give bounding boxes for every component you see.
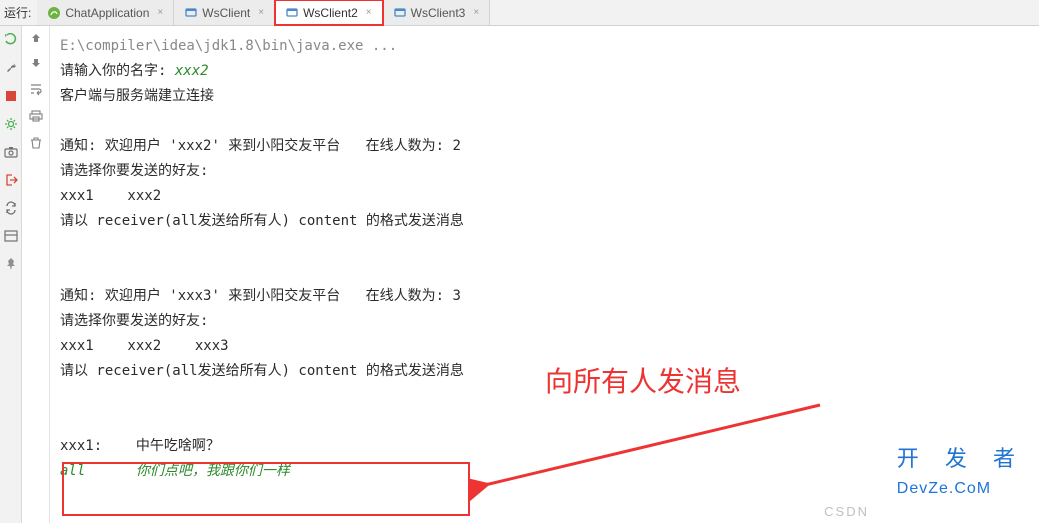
stop-icon[interactable] (3, 88, 19, 104)
friends-list-2: xxx1 xxx2 xxx3 (60, 338, 229, 354)
run-label: 运行: (4, 4, 31, 21)
notice1-suffix: 来到小阳交友平台 在线人数为: 2 (220, 138, 461, 154)
prompt-name-label: 请输入你的名字: (60, 63, 175, 79)
print-icon[interactable] (29, 109, 43, 126)
close-icon[interactable]: × (157, 7, 163, 18)
tab-wsclient[interactable]: WsClient × (174, 0, 275, 25)
camera-icon[interactable] (3, 144, 19, 160)
notice2-suffix: 来到小阳交友平台 在线人数为: 3 (220, 288, 461, 304)
close-icon[interactable]: × (473, 7, 479, 18)
input-receiver: all (60, 463, 85, 479)
cog-icon[interactable] (3, 116, 19, 132)
tab-label: WsClient (202, 6, 250, 20)
tab-wsclient3[interactable]: WsClient3 × (383, 0, 491, 25)
exit-icon[interactable] (3, 172, 19, 188)
incoming-msg: xxx1: 中午吃啥啊？ (60, 438, 220, 454)
rerun-icon[interactable] (3, 32, 19, 48)
app-icon (285, 6, 299, 20)
wrench-icon[interactable] (3, 60, 19, 76)
notice1-prefix: 通知: 欢迎用户 (60, 138, 169, 154)
tab-chatapplication[interactable]: ChatApplication × (37, 0, 174, 25)
down-icon[interactable] (30, 57, 42, 72)
connect-msg: 客户端与服务端建立连接 (60, 88, 214, 104)
select-friend-2: 请选择你要发送的好友: (60, 313, 208, 329)
run-tabs: ChatApplication × WsClient × WsClient2 ×… (37, 0, 490, 25)
left-gutter (0, 26, 22, 523)
close-icon[interactable]: × (366, 7, 372, 18)
layout-icon[interactable] (3, 228, 19, 244)
exec-path: E:\compiler\idea\jdk1.8\bin\java.exe ... (60, 38, 397, 54)
up-icon[interactable] (30, 32, 42, 47)
console-output[interactable]: E:\compiler\idea\jdk1.8\bin\java.exe ...… (50, 26, 1039, 523)
notice1-user: 'xxx2' (169, 138, 220, 154)
format-msg-1: 请以 receiver(all发送给所有人) content 的格式发送消息 (60, 213, 464, 229)
app-icon (184, 6, 198, 20)
tab-label: WsClient2 (303, 6, 358, 20)
trash-icon[interactable] (29, 136, 43, 153)
tab-label: WsClient3 (411, 6, 466, 20)
notice2-prefix: 通知: 欢迎用户 (60, 288, 169, 304)
close-icon[interactable]: × (258, 7, 264, 18)
entered-name: xxx2 (175, 63, 209, 79)
input-content: 你们点吧，我跟你们一样 (136, 463, 290, 479)
main-area: E:\compiler\idea\jdk1.8\bin\java.exe ...… (0, 26, 1039, 523)
format-msg-2: 请以 receiver(all发送给所有人) content 的格式发送消息 (60, 363, 464, 379)
tab-label: ChatApplication (65, 6, 149, 20)
wrap-icon[interactable] (29, 82, 43, 99)
notice2-user: 'xxx3' (169, 288, 220, 304)
run-toolbar: 运行: ChatApplication × WsClient × WsClien… (0, 0, 1039, 26)
cycle-icon[interactable] (3, 200, 19, 216)
select-friend: 请选择你要发送的好友: (60, 163, 208, 179)
spring-icon (47, 6, 61, 20)
tab-wsclient2[interactable]: WsClient2 × (275, 0, 383, 25)
friends-list-1: xxx1 xxx2 (60, 188, 161, 204)
pin-icon[interactable] (3, 256, 19, 272)
inner-gutter (22, 26, 50, 523)
app-icon (393, 6, 407, 20)
